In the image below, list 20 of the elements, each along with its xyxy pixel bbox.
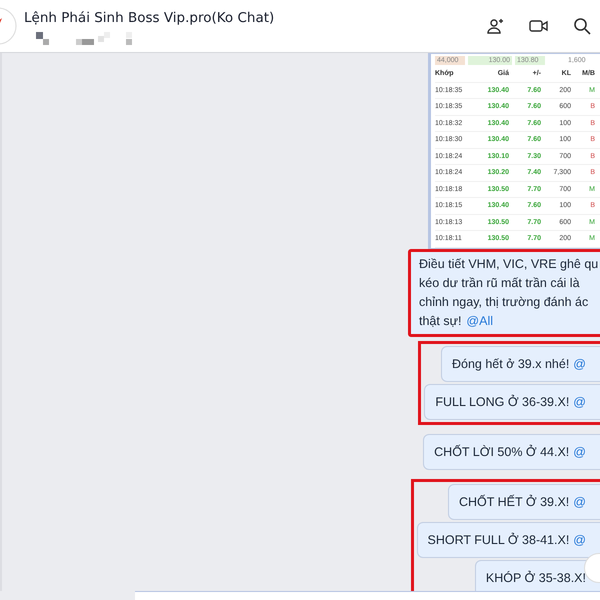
mention-link[interactable]: @ (573, 394, 586, 408)
message-text: SHORT FULL Ở 38-41.X! (428, 532, 570, 546)
chat-title: Lệnh Phái Sinh Boss Vip.pro(Ko Chat) (24, 10, 274, 26)
message-text: CHỐT HẾT Ở 39.X! (459, 494, 570, 508)
mention-link[interactable]: @ (573, 532, 586, 546)
message-text: Điều tiết VHM, VIC, VRE ghê qu (419, 256, 600, 273)
message-text: KHÓP Ở 35-38.X! (486, 570, 586, 584)
message-text: FULL LONG Ở 36-39.X! (435, 394, 570, 408)
message-input[interactable] (135, 591, 600, 600)
message-text: Đóng hết ở 39.x nhé! (452, 356, 570, 370)
search-icon[interactable] (572, 16, 592, 36)
mention-link[interactable]: @ (573, 494, 586, 508)
message-text: chỉnh ngay, thị trường đánh ác (419, 294, 590, 311)
add-member-icon[interactable] (486, 16, 506, 36)
message-text: kéo dư trần rũ mất trần cái là (419, 274, 581, 292)
mention-link[interactable]: @All (466, 312, 494, 330)
mention-link[interactable]: @ (573, 444, 586, 458)
mention-link[interactable]: @ (573, 356, 586, 370)
message-text: thật sự! (419, 312, 462, 330)
message-text: CHỐT LỜI 50% Ở 44.X! (434, 444, 570, 458)
